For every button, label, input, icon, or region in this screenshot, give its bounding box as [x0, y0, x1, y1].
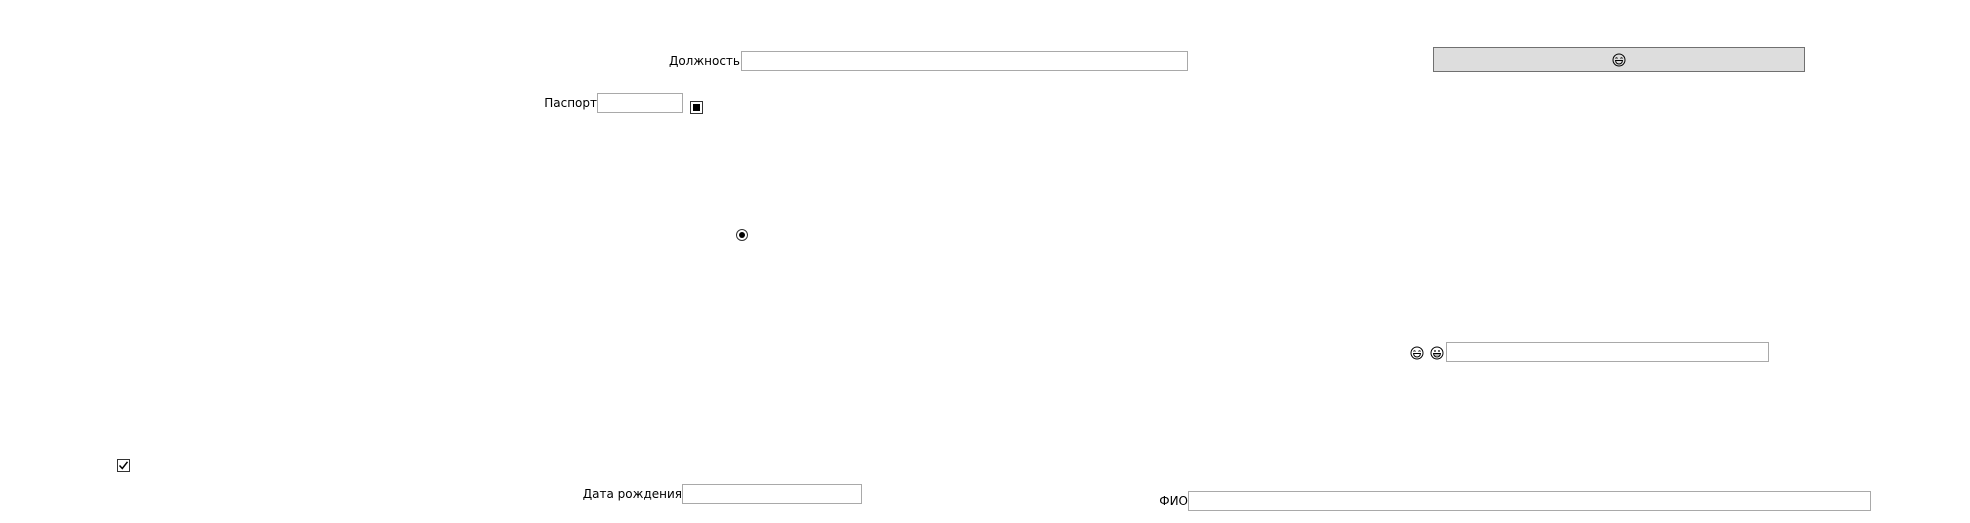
emoji-row-input[interactable]: [1446, 342, 1769, 362]
filled-square-icon: [693, 104, 700, 111]
checkmark-icon: [118, 461, 129, 470]
position-input[interactable]: [741, 51, 1188, 71]
radio-button[interactable]: [736, 229, 748, 241]
fullname-input[interactable]: [1188, 491, 1871, 511]
laughing-face-icon: [1410, 346, 1424, 360]
checkbox[interactable]: [117, 459, 130, 472]
birthdate-input[interactable]: [682, 484, 862, 504]
fullname-label: ФИО: [1159, 494, 1188, 508]
emoji-button[interactable]: [1433, 47, 1805, 72]
passport-toggle-checkbox[interactable]: [690, 101, 703, 114]
position-label: Должность: [668, 54, 740, 68]
grinning-face-icon: [1430, 346, 1444, 360]
birthdate-label: Дата рождения: [582, 487, 682, 501]
radio-selected-dot: [739, 232, 745, 238]
passport-label: Паспорт: [544, 96, 597, 110]
passport-input[interactable]: [597, 93, 683, 113]
laughing-face-icon: [1612, 53, 1626, 66]
